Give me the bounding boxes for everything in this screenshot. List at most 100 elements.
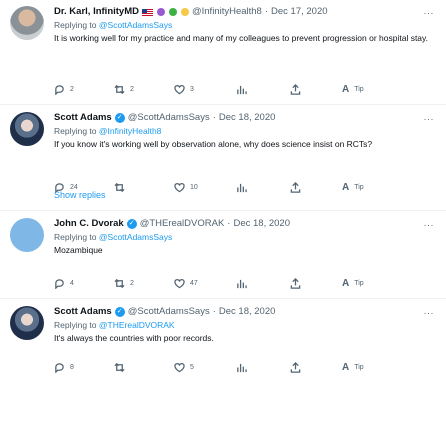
avatar[interactable] (10, 218, 44, 252)
like-count: 47 (190, 279, 198, 287)
analytics-button[interactable] (236, 180, 247, 194)
like-icon (174, 362, 185, 372)
retweet-icon (114, 84, 125, 94)
retweet-icon (114, 362, 125, 372)
avatar[interactable] (10, 306, 44, 340)
analytics-icon (237, 85, 247, 94)
retweet-button[interactable]: 2 (114, 276, 134, 290)
verified-icon: ✓ (114, 113, 125, 123)
reply-button[interactable]: 8 (54, 360, 74, 374)
reply-button[interactable]: 4 (54, 276, 74, 290)
avatar[interactable] (10, 6, 44, 40)
reply-mention-link[interactable]: @ScottAdamsSays (99, 20, 172, 30)
tweet-content: John C. Dvorak ✓ @THErealDVORAK · Dec 18… (54, 218, 436, 256)
share-button[interactable] (290, 180, 301, 194)
share-icon (290, 361, 301, 373)
tweet-actions: 2 2 3 A Tip (54, 82, 414, 96)
tweet-text: It is working well for my practice and m… (54, 33, 429, 43)
tip-icon: A (342, 83, 350, 95)
tip-button[interactable]: A Tip (342, 360, 364, 374)
analytics-icon (237, 363, 247, 372)
tweet-text: It's always the countries with poor reco… (54, 333, 214, 343)
separator-dot: · (264, 6, 269, 17)
like-button[interactable]: 47 (174, 276, 198, 290)
author-handle[interactable]: @THErealDVORAK (140, 218, 225, 230)
tip-label: Tip (354, 363, 364, 371)
tip-button[interactable]: A Tip (342, 180, 364, 194)
tweet[interactable]: Scott Adams ✓ @ScottAdamsSays · Dec 18, … (0, 112, 446, 176)
tip-icon: A (342, 277, 350, 289)
verified-icon: ✓ (114, 307, 125, 317)
avatar[interactable] (10, 112, 44, 146)
analytics-button[interactable] (236, 276, 247, 290)
retweet-icon (114, 278, 125, 288)
more-options-icon[interactable]: ··· (424, 308, 435, 318)
tweet[interactable]: Dr. Karl, InfinityMD @InfinityHealth8 · … (0, 6, 446, 80)
tweet-date[interactable]: Dec 17, 2020 (271, 6, 328, 18)
tip-icon: A (342, 181, 350, 193)
author-handle[interactable]: @InfinityHealth8 (192, 6, 262, 18)
share-icon (290, 83, 301, 95)
like-icon (174, 182, 185, 192)
tweet[interactable]: Scott Adams ✓ @ScottAdamsSays · Dec 18, … (0, 306, 446, 366)
like-count: 5 (190, 363, 194, 371)
replying-to: Replying to @ScottAdamsSays (54, 20, 173, 30)
us-flag-icon (141, 8, 153, 16)
share-button[interactable] (290, 82, 301, 96)
reply-mention-link[interactable]: @THErealDVORAK (99, 320, 175, 330)
tweet-actions: 4 2 47 A Tip (54, 276, 414, 290)
tweet-header: John C. Dvorak ✓ @THErealDVORAK · Dec 18… (54, 218, 436, 230)
more-options-icon[interactable]: ··· (424, 220, 435, 230)
retweet-button[interactable] (114, 360, 130, 374)
retweet-button[interactable]: 2 (114, 82, 134, 96)
share-icon (290, 277, 301, 289)
tweet-header: Scott Adams ✓ @ScottAdamsSays · Dec 18, … (54, 306, 436, 318)
author-name[interactable]: John C. Dvorak (54, 218, 124, 230)
tweet-text: Mozambique (54, 245, 103, 255)
like-count: 3 (190, 85, 194, 93)
reply-icon (55, 84, 64, 95)
more-options-icon[interactable]: ··· (424, 8, 435, 18)
share-button[interactable] (290, 360, 301, 374)
purple-heart-icon (156, 8, 165, 16)
replying-to: Replying to @THErealDVORAK (54, 320, 175, 330)
tip-button[interactable]: A Tip (342, 82, 364, 96)
replying-to: Replying to @ScottAdamsSays (54, 232, 173, 242)
separator-dot: · (212, 112, 216, 123)
tweet-header: Scott Adams ✓ @ScottAdamsSays · Dec 18, … (54, 112, 436, 124)
retweet-count: 2 (130, 279, 134, 287)
tweet-date[interactable]: Dec 18, 2020 (233, 218, 290, 230)
reply-mention-link[interactable]: @ScottAdamsSays (99, 232, 172, 242)
show-replies-link[interactable]: Show replies (54, 190, 106, 200)
divider (0, 298, 446, 299)
retweet-count: 2 (130, 85, 134, 93)
analytics-button[interactable] (236, 82, 247, 96)
tweet-text: If you know it's working well by observa… (54, 139, 373, 149)
tweet-date[interactable]: Dec 18, 2020 (219, 112, 276, 124)
like-button[interactable]: 5 (174, 360, 194, 374)
share-button[interactable] (290, 276, 301, 290)
verified-icon: ✓ (126, 219, 137, 229)
author-name[interactable]: Scott Adams (54, 306, 112, 318)
reply-button[interactable]: 2 (54, 82, 74, 96)
separator-dot: · (227, 218, 231, 229)
like-button[interactable]: 10 (174, 180, 198, 194)
tip-label: Tip (354, 183, 364, 191)
more-options-icon[interactable]: ··· (424, 114, 435, 124)
reply-icon (55, 278, 64, 289)
author-name[interactable]: Dr. Karl, InfinityMD (54, 6, 139, 18)
tip-icon: A (342, 361, 350, 373)
author-handle[interactable]: @ScottAdamsSays (128, 306, 210, 318)
analytics-button[interactable] (236, 360, 247, 374)
author-name[interactable]: Scott Adams (54, 112, 112, 124)
analytics-icon (237, 183, 247, 192)
tweet-date[interactable]: Dec 18, 2020 (219, 306, 276, 318)
tweet[interactable]: John C. Dvorak ✓ @THErealDVORAK · Dec 18… (0, 218, 446, 274)
reply-icon (55, 362, 64, 373)
reply-mention-link[interactable]: @InfinityHealth8 (99, 126, 162, 136)
like-button[interactable]: 3 (174, 82, 194, 96)
author-handle[interactable]: @ScottAdamsSays (128, 112, 210, 124)
retweet-button[interactable] (114, 180, 130, 194)
tip-label: Tip (354, 279, 364, 287)
tip-button[interactable]: A Tip (342, 276, 364, 290)
